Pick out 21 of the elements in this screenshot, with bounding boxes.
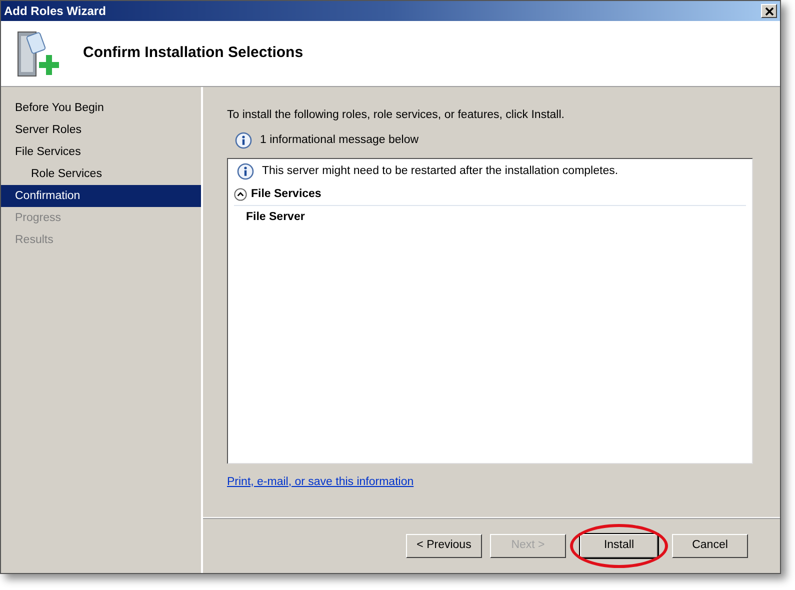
print-save-link[interactable]: Print, e-mail, or save this information [227,476,414,488]
collapse-icon[interactable] [234,188,247,201]
intro-text: To install the following roles, role services, or features, click Install. [227,108,566,123]
wizard-button[interactable]: Install [580,534,658,558]
sidebar-item[interactable]: Server Roles [1,119,201,141]
section-item: File Server [246,210,305,225]
wizard-button[interactable]: < Previous [406,534,482,558]
sidebar-item[interactable]: Before You Begin [1,97,201,119]
info-icon [235,132,252,150]
sidebar-item[interactable]: File Services [1,141,201,163]
window-title: Add Roles Wizard [4,3,106,20]
close-button[interactable] [761,4,777,18]
page-title: Confirm Installation Selections [83,43,304,64]
close-icon [764,6,774,16]
sidebar-item[interactable]: Role Services [1,163,201,185]
info-count-text: 1 informational message below [260,133,419,148]
wizard-button[interactable]: Cancel [672,534,748,558]
sidebar-item[interactable]: Confirmation [1,185,201,207]
message-text: This server might need to be restarted after the installation completes. [262,164,618,178]
info-icon [237,162,254,180]
section-title: File Services [251,186,322,202]
